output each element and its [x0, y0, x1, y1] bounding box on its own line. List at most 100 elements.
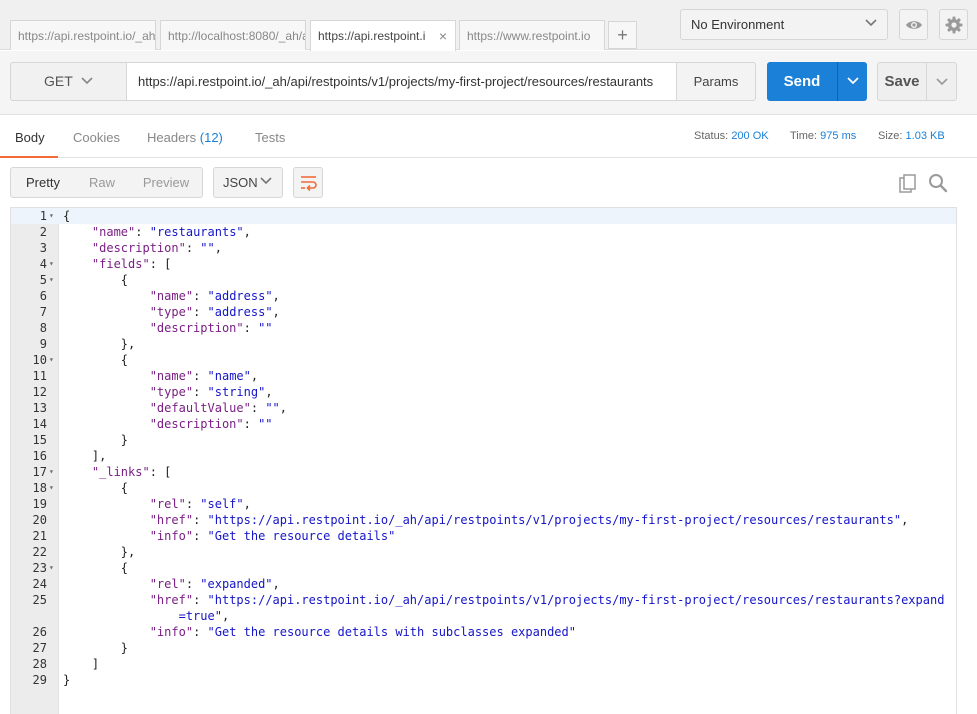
code-line: 14 "description": ""	[11, 416, 956, 432]
close-icon[interactable]: ×	[439, 21, 447, 51]
tab-headers[interactable]: Headers (12)	[147, 116, 223, 158]
code-line: 23 ▾ {	[11, 560, 956, 576]
url-input[interactable]: https://api.restpoint.io/_ah/api/restpoi…	[126, 62, 677, 101]
code-line: 6 "name": "address",	[11, 288, 956, 304]
line-number: 14	[32, 417, 47, 431]
environment-select[interactable]: No Environment	[680, 9, 888, 40]
code-text: "info": "Get the resource details with s…	[149, 625, 576, 639]
manage-environments-button[interactable]	[939, 9, 968, 40]
line-number: 9	[39, 337, 47, 351]
request-bar: GET https://api.restpoint.io/_ah/api/res…	[0, 51, 977, 115]
line-number: 17	[32, 465, 47, 479]
request-tab-label: https://api.restpoint.i	[318, 29, 426, 43]
fold-toggle-icon[interactable]: ▾	[49, 256, 57, 272]
search-icon[interactable]	[928, 173, 948, 193]
line-number: 18	[32, 481, 47, 495]
fold-toggle-icon[interactable]: ▾	[49, 464, 57, 480]
request-tab-label: https://www.restpoint.io	[467, 29, 591, 43]
code-line: 3 "description": "",	[11, 240, 956, 256]
method-select[interactable]: GET	[10, 62, 126, 101]
request-tab-4[interactable]: https://www.restpoint.io	[459, 20, 605, 50]
response-view-toolbar: Pretty Raw Preview JSON	[0, 159, 977, 207]
chevron-down-icon	[81, 77, 93, 85]
code-line: 9 },	[11, 336, 956, 352]
format-label: JSON	[223, 175, 258, 190]
code-line: 19 "rel": "self",	[11, 496, 956, 512]
code-line: 15 }	[11, 432, 956, 448]
line-number: 26	[32, 625, 47, 639]
tab-body[interactable]: Body	[0, 116, 58, 158]
code-line: 17 ▾ "_links": [	[11, 464, 956, 480]
gear-icon	[945, 16, 963, 34]
code-text: }	[120, 641, 129, 655]
code-text: "type": "string",	[149, 385, 273, 399]
code-text: ],	[91, 449, 107, 463]
tab-headers-label: Headers	[147, 130, 197, 145]
save-options-button[interactable]	[926, 62, 957, 101]
code-line: 7 "type": "address",	[11, 304, 956, 320]
size-readout: Size: 1.03 KB	[878, 116, 945, 156]
code-text: {	[120, 481, 129, 495]
line-number: 5	[39, 273, 47, 287]
code-text: "_links": [	[91, 465, 172, 479]
line-number: 12	[32, 385, 47, 399]
request-tab-2[interactable]: http://localhost:8080/_ah/a	[160, 20, 306, 50]
code-line: 5 ▾ {	[11, 272, 956, 288]
tab-cookies-label: Cookies	[73, 130, 120, 145]
copy-icon[interactable]	[899, 174, 917, 193]
fold-toggle-icon[interactable]: ▾	[49, 560, 57, 576]
method-label: GET	[44, 73, 73, 89]
environment-quick-look-button[interactable]	[899, 9, 928, 40]
new-tab-button[interactable]: +	[608, 21, 637, 49]
line-number: 20	[32, 513, 47, 527]
code-line: 24 "rel": "expanded",	[11, 576, 956, 592]
code-text: "description": "",	[91, 241, 222, 255]
save-button[interactable]: Save	[877, 62, 927, 101]
view-pretty-button[interactable]: Pretty	[11, 168, 75, 197]
code-text: "name": "restaurants",	[91, 225, 251, 239]
code-line: 27 }	[11, 640, 956, 656]
wrap-icon	[301, 176, 317, 191]
line-number: 1	[39, 209, 47, 223]
line-number: 22	[32, 545, 47, 559]
fold-toggle-icon[interactable]: ▾	[49, 480, 57, 496]
wrap-lines-button[interactable]	[293, 167, 323, 198]
format-select[interactable]: JSON	[213, 167, 283, 198]
code-line: 26 "info": "Get the resource details wit…	[11, 624, 956, 640]
size-value: 1.03 KB	[905, 130, 945, 142]
view-raw-button[interactable]: Raw	[75, 168, 129, 197]
eye-icon	[906, 21, 922, 29]
line-number: 19	[32, 497, 47, 511]
code-lines: 1 ▾{2 "name": "restaurants", 3 "descriptio…	[11, 208, 956, 688]
code-line: 10 ▾ {	[11, 352, 956, 368]
tab-cookies[interactable]: Cookies	[73, 116, 120, 158]
fold-toggle-icon[interactable]: ▾	[49, 272, 57, 288]
send-button[interactable]: Send	[767, 62, 837, 101]
environment-label: No Environment	[691, 17, 785, 32]
params-button[interactable]: Params	[676, 62, 756, 101]
code-line: 29}	[11, 672, 956, 688]
fold-toggle-icon[interactable]: ▾	[49, 208, 57, 224]
code-line: 2 "name": "restaurants",	[11, 224, 956, 240]
request-tab-3-active[interactable]: https://api.restpoint.i ×	[310, 20, 456, 51]
line-number: 25	[32, 593, 47, 607]
fold-toggle-icon[interactable]: ▾	[49, 352, 57, 368]
line-number: 27	[32, 641, 47, 655]
line-number: 6	[39, 289, 47, 303]
line-number: 15	[32, 433, 47, 447]
time-readout: Time: 975 ms	[790, 116, 856, 156]
code-line: 25 "href": "https://api.restpoint.io/_ah…	[11, 592, 956, 608]
line-number: 24	[32, 577, 47, 591]
code-text: {	[63, 209, 71, 223]
send-options-button[interactable]	[837, 62, 867, 101]
request-tab-bar: https://api.restpoint.io/_ah http://loca…	[0, 0, 977, 51]
request-tab-1[interactable]: https://api.restpoint.io/_ah	[10, 20, 156, 50]
tab-tests-label: Tests	[255, 130, 286, 145]
line-number: 16	[32, 449, 47, 463]
tab-tests[interactable]: Tests	[255, 116, 285, 158]
tab-body-label: Body	[15, 130, 45, 145]
code-line: 13 "defaultValue": "",	[11, 400, 956, 416]
code-line: 22 },	[11, 544, 956, 560]
response-body-editor[interactable]: 1 ▾{2 "name": "restaurants", 3 "descriptio…	[10, 207, 957, 714]
view-preview-button[interactable]: Preview	[129, 168, 203, 197]
